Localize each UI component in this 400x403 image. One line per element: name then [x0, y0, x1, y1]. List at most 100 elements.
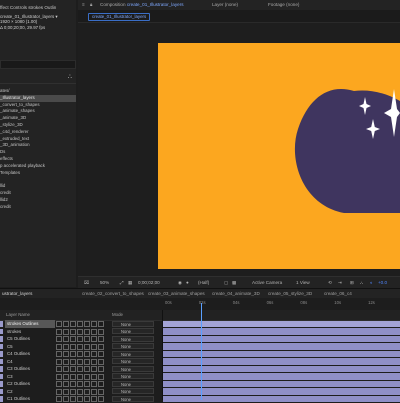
layer-switch-box[interactable]: [77, 321, 83, 327]
layer-switch-box[interactable]: [91, 381, 97, 387]
layer-switch-box[interactable]: [56, 388, 62, 395]
layer-switch-box[interactable]: [70, 373, 76, 380]
lock-icon[interactable]: 🔒︎: [90, 0, 92, 10]
layer-switch-box[interactable]: [77, 351, 83, 357]
layer-switch-box[interactable]: [84, 358, 90, 365]
project-item[interactable]: ates/: [0, 88, 76, 95]
project-item[interactable]: Ds: [0, 149, 76, 156]
playhead[interactable]: [201, 303, 202, 400]
layer-name[interactable]: C3 Outlines: [5, 365, 55, 373]
fit-icon[interactable]: ⤢: [120, 277, 124, 288]
layer-switch-box[interactable]: [77, 381, 83, 387]
layer-switch-box[interactable]: [56, 381, 62, 387]
tab-footage[interactable]: Footage (none): [268, 0, 299, 10]
project-item[interactable]: _3D_animation: [0, 142, 76, 149]
parent-select[interactable]: None: [112, 380, 154, 387]
tab-layer[interactable]: Layer (none): [212, 0, 238, 10]
layer-switch-box[interactable]: [70, 328, 76, 335]
project-item[interactable]: _extruded_text: [0, 136, 76, 143]
layer-label-color[interactable]: [0, 358, 3, 364]
layer-label-color[interactable]: [0, 396, 3, 402]
layer-label-color[interactable]: [0, 321, 3, 327]
layer-duration-bar[interactable]: [163, 388, 400, 395]
layer-switch-box[interactable]: [56, 336, 62, 342]
effect-controls-tab[interactable]: ffect Controls strokes Outlin: [0, 3, 76, 12]
project-item[interactable]: Templates: [0, 170, 76, 177]
layer-switch-box[interactable]: [63, 343, 69, 350]
project-item[interactable]: credit: [0, 190, 76, 197]
layer-switch-box[interactable]: [70, 358, 76, 365]
timeline-divider[interactable]: [162, 310, 163, 400]
layer-label-color[interactable]: [0, 351, 3, 357]
layer-name[interactable]: strokes Outlines: [5, 320, 55, 328]
snapshot-icon[interactable]: ◉: [178, 277, 182, 288]
layer-switch-box[interactable]: [98, 343, 104, 350]
layer-switch-box[interactable]: [70, 351, 76, 357]
fast-preview-icon[interactable]: ⇥: [338, 277, 342, 288]
layer-switch-box[interactable]: [98, 328, 104, 335]
layer-row[interactable]: C3 Outlines None: [0, 365, 400, 373]
current-time[interactable]: 0;00;02;00: [138, 277, 160, 288]
camera-select[interactable]: Active Camera: [252, 277, 282, 288]
layer-switch-box[interactable]: [63, 358, 69, 365]
layer-row[interactable]: C2 None: [0, 388, 400, 396]
tab-composition[interactable]: Composition create_01_Illustrator_layers: [100, 0, 184, 10]
views-select[interactable]: 1 View: [296, 277, 310, 288]
project-item[interactable]: _convert_to_shapes: [0, 102, 76, 109]
parent-select[interactable]: None: [112, 350, 154, 357]
project-item[interactable]: _animate_shapes: [0, 108, 76, 115]
layer-switch-box[interactable]: [77, 328, 83, 335]
project-item[interactable]: _Illustrator_layers: [0, 94, 76, 102]
layer-switch-box[interactable]: [56, 321, 62, 327]
exposure-icon[interactable]: ◐: [370, 277, 373, 288]
resolution-select[interactable]: (Half): [198, 277, 209, 288]
layer-switch-box[interactable]: [98, 351, 104, 357]
layer-switch-box[interactable]: [98, 388, 104, 395]
layer-label-color[interactable]: [0, 388, 3, 394]
layer-switch-box[interactable]: [77, 343, 83, 350]
timeline-icon[interactable]: ⊞: [350, 277, 354, 288]
layer-switch-box[interactable]: [91, 343, 97, 350]
flowchart-icon[interactable]: ⛬: [68, 74, 72, 81]
layer-duration-bar[interactable]: [163, 395, 400, 402]
layer-row[interactable]: C1 Outlines None: [0, 395, 400, 403]
layer-row[interactable]: C2 Outlines None: [0, 380, 400, 388]
project-item[interactable]: llid: [0, 183, 76, 190]
layer-switch-box[interactable]: [77, 396, 83, 402]
layer-name[interactable]: C3: [5, 373, 55, 381]
layer-duration-bar[interactable]: [163, 350, 400, 357]
layer-switch-box[interactable]: [63, 388, 69, 395]
layer-switch-box[interactable]: [91, 396, 97, 402]
layer-name[interactable]: C1 Outlines: [5, 395, 55, 403]
layer-switch-box[interactable]: [77, 366, 83, 372]
layer-switch-box[interactable]: [84, 366, 90, 372]
layer-switch-box[interactable]: [70, 381, 76, 387]
layer-name[interactable]: C5 Outlines: [5, 335, 55, 343]
layer-name[interactable]: C2 Outlines: [5, 380, 55, 388]
layer-switch-box[interactable]: [84, 343, 90, 350]
layer-switch-box[interactable]: [84, 381, 90, 387]
layer-label-color[interactable]: [0, 381, 3, 387]
project-item[interactable]: _c4d_renderer: [0, 129, 76, 136]
layer-switch-box[interactable]: [70, 336, 76, 342]
layer-switch-box[interactable]: [91, 388, 97, 395]
roi-icon[interactable]: ▢: [224, 277, 228, 288]
parent-select[interactable]: None: [112, 320, 154, 327]
parent-select[interactable]: None: [112, 373, 154, 379]
layer-switch-box[interactable]: [56, 343, 62, 350]
layer-switch-box[interactable]: [63, 336, 69, 342]
project-item[interactable]: [0, 176, 76, 183]
layer-switch-box[interactable]: [84, 388, 90, 395]
layer-name[interactable]: C2: [5, 388, 55, 396]
layer-switch-box[interactable]: [91, 358, 97, 365]
layer-switch-box[interactable]: [77, 358, 83, 365]
layer-switch-box[interactable]: [91, 351, 97, 357]
layer-switch-box[interactable]: [63, 321, 69, 327]
layer-duration-bar[interactable]: [163, 358, 400, 365]
layer-row[interactable]: C4 None: [0, 358, 400, 366]
layer-switch-box[interactable]: [98, 396, 104, 402]
layer-switch-box[interactable]: [56, 366, 62, 372]
layer-switch-box[interactable]: [63, 366, 69, 372]
layer-switch-box[interactable]: [91, 366, 97, 372]
layer-switch-box[interactable]: [56, 351, 62, 357]
